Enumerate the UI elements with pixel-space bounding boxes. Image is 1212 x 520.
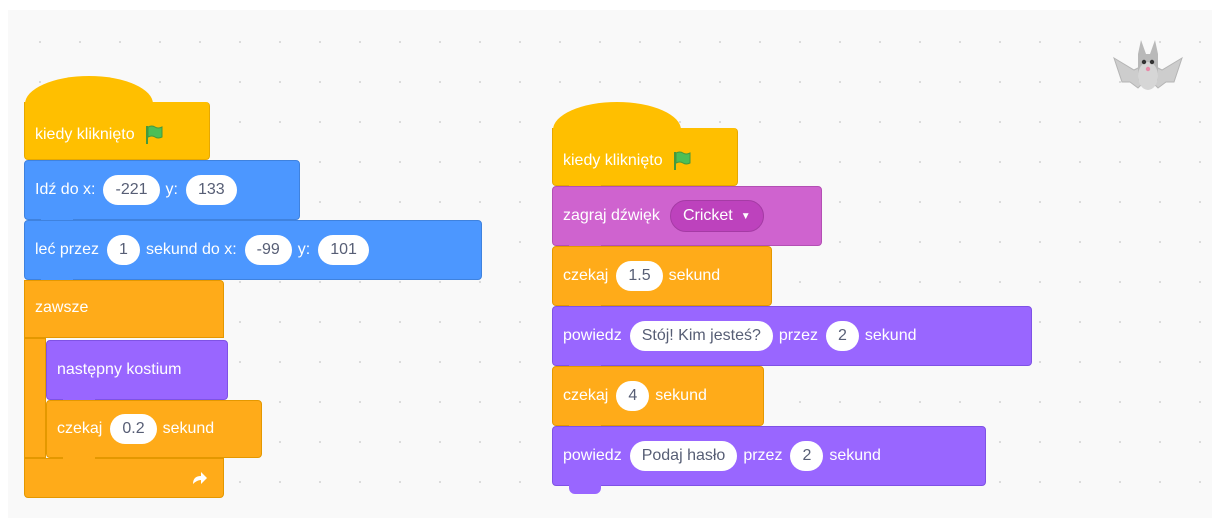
wait-label: czekaj <box>57 420 103 437</box>
wait-block-1[interactable]: czekaj 1.5 sekund <box>552 246 772 314</box>
goto-label: Idź do x: <box>35 181 96 198</box>
say-for-secs-block-1[interactable]: powiedz Stój! Kim jesteś? przez 2 sekund <box>552 306 1032 374</box>
green-flag-icon <box>673 151 691 170</box>
next-costume-label: następny kostium <box>57 361 182 378</box>
y-label: y: <box>297 241 311 258</box>
wait-input[interactable]: 4 <box>616 381 650 411</box>
go-to-xy-block[interactable]: Idź do x: -221 y: 133 <box>24 160 300 228</box>
wait-label: czekaj <box>563 387 609 404</box>
y-label: y: <box>165 181 178 198</box>
say-secs-input[interactable]: 2 <box>825 321 859 351</box>
loop-arrow-icon <box>193 472 207 484</box>
x-input[interactable]: -99 <box>244 235 292 265</box>
play-sound-block[interactable]: zagraj dźwięk Cricket ▼ <box>552 186 822 254</box>
say-secs-input[interactable]: 2 <box>790 441 824 471</box>
forever-label: zawsze <box>35 299 89 316</box>
say-for-secs-block-2[interactable]: powiedz Podaj hasło przez 2 sekund <box>552 426 986 494</box>
wait-unit: sekund <box>668 267 721 284</box>
sound-dropdown[interactable]: Cricket ▼ <box>669 200 764 232</box>
bat-sprite-icon <box>1113 40 1183 90</box>
green-flag-icon <box>145 125 163 144</box>
wait-unit: sekund <box>162 420 215 437</box>
sound-dropdown-value: Cricket <box>682 207 733 224</box>
play-sound-label: zagraj dźwięk <box>563 207 660 224</box>
forever-arm <box>24 338 46 458</box>
forever-bottom <box>24 458 224 498</box>
wait-input[interactable]: 0.2 <box>110 414 157 444</box>
sprite-thumbnail[interactable] <box>1108 36 1188 112</box>
next-costume-block[interactable]: następny kostium <box>46 340 228 408</box>
hat-label: kiedy kliknięto <box>563 151 663 169</box>
hat-label: kiedy kliknięto <box>35 125 135 143</box>
wait-block[interactable]: czekaj 0.2 sekund <box>46 400 262 466</box>
secs-input[interactable]: 1 <box>107 235 140 265</box>
wait-label: czekaj <box>563 267 609 284</box>
x-input[interactable]: -221 <box>103 175 160 205</box>
script-canvas[interactable]: kiedy kliknięto Idź do x: -221 y: 133 le… <box>8 10 1212 518</box>
glide-mid-label: sekund do x: <box>145 241 237 258</box>
glide-label: leć przez <box>35 241 100 258</box>
say-text-input[interactable]: Podaj hasło <box>629 441 738 471</box>
say-mid-label: przez <box>743 447 783 464</box>
say-text-input[interactable]: Stój! Kim jesteś? <box>629 321 773 351</box>
wait-input[interactable]: 1.5 <box>616 261 663 291</box>
when-flag-clicked-hat-1[interactable]: kiedy kliknięto <box>24 76 210 160</box>
say-mid-label: przez <box>778 327 818 344</box>
say-label: powiedz <box>563 447 622 464</box>
glide-to-xy-block[interactable]: leć przez 1 sekund do x: -99 y: 101 <box>24 220 482 288</box>
wait-unit: sekund <box>655 387 707 404</box>
forever-top: zawsze <box>24 280 224 338</box>
say-unit: sekund <box>829 447 881 464</box>
y-input[interactable]: 133 <box>185 175 237 205</box>
dropdown-caret-icon: ▼ <box>740 210 751 222</box>
when-flag-clicked-hat-2[interactable]: kiedy kliknięto <box>552 102 738 194</box>
say-label: powiedz <box>563 327 622 344</box>
say-unit: sekund <box>864 327 917 344</box>
wait-block-2[interactable]: czekaj 4 sekund <box>552 366 764 434</box>
y-input[interactable]: 101 <box>318 235 369 265</box>
